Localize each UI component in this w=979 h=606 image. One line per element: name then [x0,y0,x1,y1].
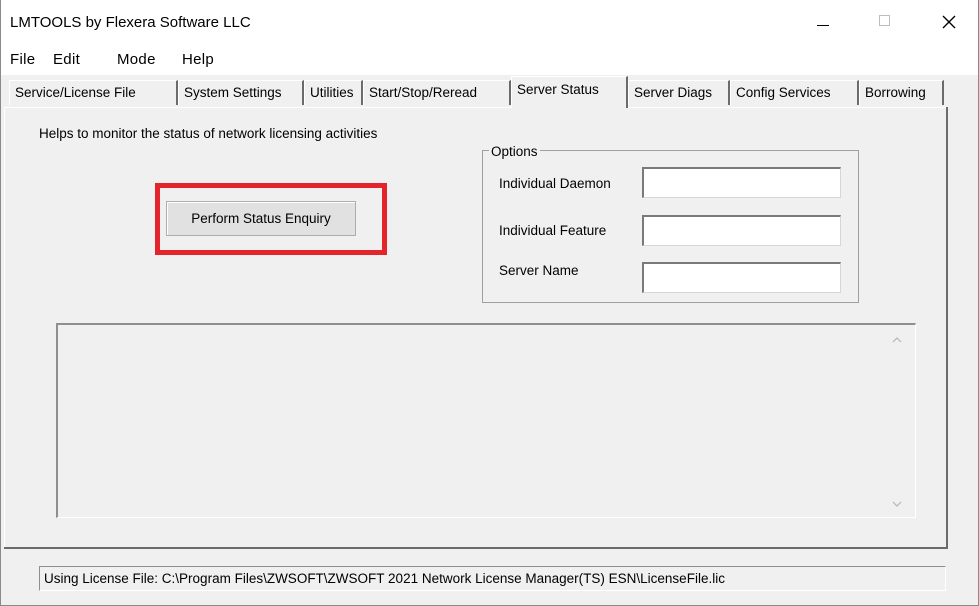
individual-daemon-label: Individual Daemon [499,176,611,191]
tab-config-services[interactable]: Config Services [730,80,859,105]
menu-file[interactable]: File [10,51,35,69]
tab-panel-right-edge [946,107,948,549]
close-button[interactable] [925,0,971,42]
help-text: Helps to monitor the status of network l… [39,126,378,141]
maximize-icon [879,15,890,26]
options-legend: Options [489,143,540,160]
status-bar: Using License File: C:\Program Files\ZWS… [39,566,946,591]
menu-bar: File Edit Mode Help [1,42,978,75]
tab-server-status[interactable]: Server Status [511,76,628,108]
lmtools-window: LMTOOLS by Flexera Software LLC File Edi… [0,0,979,606]
status-output-textarea[interactable] [56,323,916,518]
individual-daemon-input[interactable] [642,167,841,198]
menu-mode[interactable]: Mode [117,51,156,69]
minimize-button[interactable] [801,0,847,42]
tab-system-settings[interactable]: System Settings [178,80,304,105]
close-icon [942,15,956,29]
tab-panel-bottom-edge [4,547,948,549]
minimize-icon [817,25,829,26]
tab-server-diags[interactable]: Server Diags [628,80,730,105]
server-name-label: Server Name [499,263,579,278]
window-title: LMTOOLS by Flexera Software LLC [10,14,251,31]
scroll-up-arrow-icon[interactable] [885,330,909,350]
individual-feature-label: Individual Feature [499,223,607,238]
scroll-down-arrow-icon[interactable] [885,494,909,514]
server-name-input[interactable] [642,262,841,293]
tab-panel-top-edge [4,107,948,108]
menu-edit[interactable]: Edit [53,51,80,69]
tab-borrowing[interactable]: Borrowing [859,80,944,105]
tab-start-stop-reread[interactable]: Start/Stop/Reread [363,80,511,105]
tab-service-license-file[interactable]: Service/License File [9,80,178,105]
title-bar[interactable]: LMTOOLS by Flexera Software LLC [1,0,978,42]
tab-utilities[interactable]: Utilities [304,80,363,105]
perform-status-enquiry-button[interactable]: Perform Status Enquiry [166,201,356,236]
maximize-button[interactable] [863,0,909,42]
individual-feature-input[interactable] [642,215,841,246]
tab-panel-left-edge [4,107,5,549]
menu-help[interactable]: Help [182,51,214,69]
tab-strip: Service/License File System Settings Uti… [1,75,978,109]
